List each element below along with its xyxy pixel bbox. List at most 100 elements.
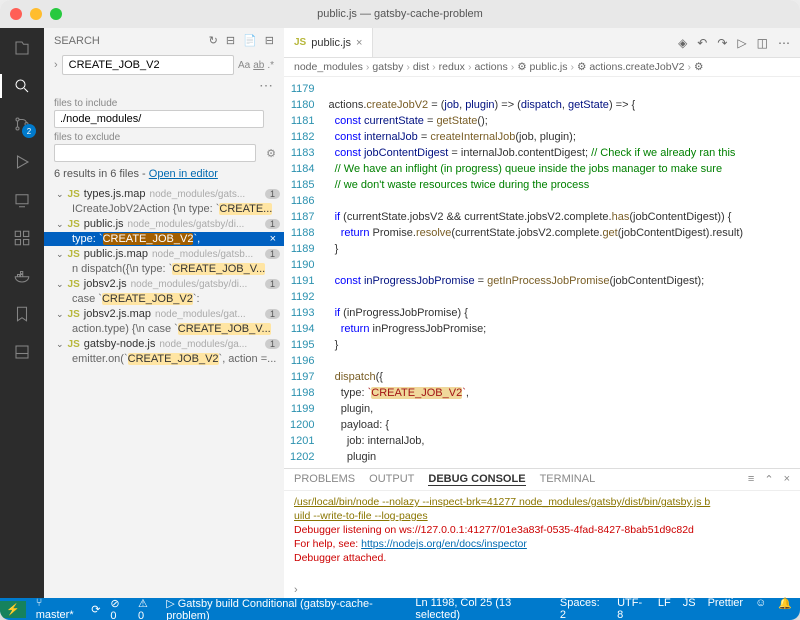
panel-close-icon[interactable]: × bbox=[784, 473, 790, 486]
breadcrumb-item[interactable]: ⚙ actions.createJobV2 bbox=[577, 61, 684, 73]
minimize-window[interactable] bbox=[30, 8, 42, 20]
breadcrumb-item[interactable]: redux bbox=[439, 61, 465, 73]
warnings-indicator[interactable]: ⚠ 0 bbox=[138, 597, 156, 620]
extensions-icon[interactable] bbox=[10, 226, 34, 250]
editor-area: JS public.js × ◈ ↶ ↷ ▷ ◫ ⋯ node_modules›… bbox=[284, 28, 800, 598]
close-window[interactable] bbox=[10, 8, 22, 20]
breadcrumb-item[interactable]: node_modules bbox=[294, 61, 363, 73]
cursor-position[interactable]: Ln 1198, Col 25 (13 selected) bbox=[415, 597, 548, 620]
chevron-down-icon: ⌄ bbox=[56, 339, 64, 350]
debug-icon[interactable] bbox=[10, 150, 34, 174]
breadcrumb-item[interactable]: gatsby bbox=[372, 61, 403, 73]
result-file[interactable]: ⌄JStypes.js.map node_modules/gats...1 bbox=[44, 186, 284, 202]
go-back-icon[interactable]: ↶ bbox=[697, 36, 707, 50]
more-icon[interactable]: ⋯ bbox=[778, 36, 790, 50]
expand-replace-icon[interactable]: › bbox=[54, 59, 58, 71]
formatter-indicator[interactable]: Prettier bbox=[708, 597, 743, 620]
result-match[interactable]: ICreateJobV2Action {\n type: `CREATE... bbox=[44, 202, 284, 216]
close-tab-icon[interactable]: × bbox=[356, 37, 362, 49]
match-word-icon[interactable]: ab bbox=[253, 60, 264, 71]
source-control-icon[interactable]: 2 bbox=[10, 112, 34, 136]
js-file-icon: JS bbox=[294, 37, 306, 48]
match-count-badge: 1 bbox=[265, 339, 280, 349]
breadcrumb-item[interactable]: actions bbox=[474, 61, 507, 73]
match-count-badge: 1 bbox=[265, 249, 280, 259]
chevron-down-icon: ⌄ bbox=[56, 309, 64, 320]
panel-collapse-icon[interactable]: ⌃ bbox=[764, 473, 773, 486]
dismiss-match-icon[interactable]: × bbox=[270, 233, 276, 245]
collapse-icon[interactable]: ⊟ bbox=[265, 34, 274, 47]
panel-filter-icon[interactable]: ≡ bbox=[748, 473, 754, 486]
match-count-badge: 1 bbox=[265, 279, 280, 289]
eol-indicator[interactable]: LF bbox=[658, 597, 671, 620]
new-search-icon[interactable]: 📄 bbox=[243, 34, 257, 47]
js-file-icon: JS bbox=[68, 189, 80, 200]
open-in-editor-link[interactable]: Open in editor bbox=[149, 168, 218, 180]
result-match[interactable]: action.type) {\n case `CREATE_JOB_V... bbox=[44, 322, 284, 336]
breadcrumb-item[interactable]: ⚙ bbox=[694, 61, 703, 73]
result-match[interactable]: n dispatch({\n type: `CREATE_JOB_V... bbox=[44, 262, 284, 276]
notifications-icon[interactable]: 🔔 bbox=[778, 597, 792, 620]
tab-bar: JS public.js × ◈ ↶ ↷ ▷ ◫ ⋯ bbox=[284, 28, 800, 58]
result-file[interactable]: ⌄JSpublic.js node_modules/gatsby/di...1 bbox=[44, 216, 284, 232]
bottom-panel: PROBLEMSOUTPUTDEBUG CONSOLETERMINAL ≡ ⌃ … bbox=[284, 468, 800, 598]
js-file-icon: JS bbox=[68, 339, 80, 350]
use-exclude-icon[interactable]: ⚙ bbox=[266, 147, 276, 160]
breadcrumb-item[interactable]: ⚙ public.js bbox=[517, 61, 567, 73]
panel-tab[interactable]: OUTPUT bbox=[369, 473, 414, 486]
chevron-down-icon: ⌄ bbox=[56, 219, 64, 230]
include-label: files to include bbox=[44, 94, 284, 110]
editor-tab[interactable]: JS public.js × bbox=[284, 28, 373, 57]
result-match[interactable]: case `CREATE_JOB_V2`: bbox=[44, 292, 284, 306]
search-icon[interactable] bbox=[10, 74, 34, 98]
panel-tab[interactable]: PROBLEMS bbox=[294, 473, 355, 486]
result-file[interactable]: ⌄JSgatsby-node.js node_modules/ga...1 bbox=[44, 336, 284, 352]
bookmark-icon[interactable] bbox=[10, 302, 34, 326]
explorer-icon[interactable] bbox=[10, 36, 34, 60]
remote-indicator[interactable]: ⚡ bbox=[0, 601, 26, 618]
result-file[interactable]: ⌄JSjobsv2.js node_modules/gatsby/di...1 bbox=[44, 276, 284, 292]
include-input[interactable] bbox=[54, 110, 264, 128]
compass-icon[interactable]: ◈ bbox=[678, 36, 687, 50]
code-editor[interactable]: 1179118011811182118311841185118611871188… bbox=[284, 77, 800, 468]
scm-badge: 2 bbox=[22, 124, 36, 138]
sync-indicator[interactable]: ⟳ bbox=[91, 603, 100, 616]
errors-indicator[interactable]: ⊘ 0 bbox=[110, 597, 128, 620]
chevron-down-icon: ⌄ bbox=[56, 249, 64, 260]
remote-icon[interactable] bbox=[10, 188, 34, 212]
clear-icon[interactable]: ⊟ bbox=[226, 34, 235, 47]
regex-icon[interactable]: .* bbox=[267, 60, 274, 71]
sidebar-title: SEARCH bbox=[54, 35, 100, 47]
js-file-icon: JS bbox=[68, 309, 80, 320]
result-match[interactable]: emitter.on(`CREATE_JOB_V2`, action =... bbox=[44, 352, 284, 366]
result-match[interactable]: type: `CREATE_JOB_V2`,× bbox=[44, 232, 284, 246]
docker-icon[interactable] bbox=[10, 264, 34, 288]
debug-console-output[interactable]: /usr/local/bin/node --nolazy --inspect-b… bbox=[284, 491, 800, 582]
exclude-input[interactable] bbox=[54, 144, 256, 162]
step-icon[interactable]: ↷ bbox=[717, 36, 727, 50]
panel-icon[interactable] bbox=[10, 340, 34, 364]
result-file[interactable]: ⌄JSpublic.js.map node_modules/gatsb...1 bbox=[44, 246, 284, 262]
maximize-window[interactable] bbox=[50, 8, 62, 20]
search-input[interactable] bbox=[62, 55, 234, 75]
toggle-search-details[interactable]: ⋯ bbox=[44, 77, 284, 94]
refresh-icon[interactable]: ↻ bbox=[209, 34, 218, 47]
js-file-icon: JS bbox=[68, 249, 80, 260]
search-sidebar: SEARCH ↻ ⊟ 📄 ⊟ › Aa ab .* ⋯ files to inc… bbox=[44, 28, 284, 598]
breadcrumb[interactable]: node_modules›gatsby›dist›redux›actions›⚙… bbox=[284, 58, 800, 77]
branch-indicator[interactable]: ⑂ master* bbox=[36, 597, 82, 620]
lang-indicator[interactable]: JS bbox=[683, 597, 696, 620]
split-icon[interactable]: ◫ bbox=[757, 36, 768, 50]
indent-indicator[interactable]: Spaces: 2 bbox=[560, 597, 605, 620]
panel-tab[interactable]: TERMINAL bbox=[540, 473, 596, 486]
feedback-icon[interactable]: ☺ bbox=[755, 597, 766, 620]
chevron-down-icon: ⌄ bbox=[56, 279, 64, 290]
match-case-icon[interactable]: Aa bbox=[238, 60, 250, 71]
debug-target[interactable]: ▷ Gatsby build Conditional (gatsby-cache… bbox=[166, 597, 405, 620]
encoding-indicator[interactable]: UTF-8 bbox=[617, 597, 646, 620]
run-icon[interactable]: ▷ bbox=[737, 36, 746, 50]
match-count-badge: 1 bbox=[265, 309, 280, 319]
breadcrumb-item[interactable]: dist bbox=[413, 61, 429, 73]
panel-tab[interactable]: DEBUG CONSOLE bbox=[428, 473, 525, 486]
result-file[interactable]: ⌄JSjobsv2.js.map node_modules/gat...1 bbox=[44, 306, 284, 322]
